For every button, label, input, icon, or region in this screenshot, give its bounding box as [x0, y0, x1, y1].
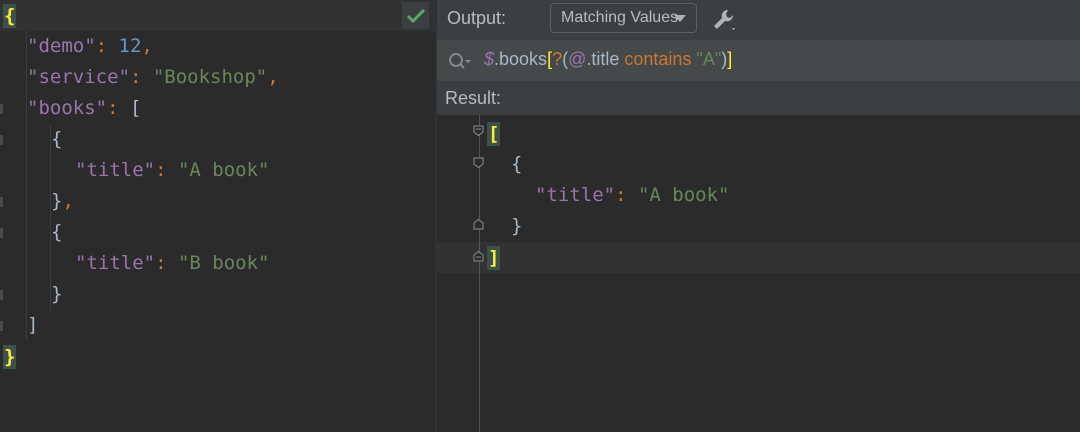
matched-bracket: [	[487, 121, 501, 146]
code-token: {	[511, 153, 523, 175]
code-token: "title"	[75, 159, 156, 181]
code-line: "title": "A book"	[75, 155, 269, 186]
code-token: :	[155, 159, 178, 181]
jsonpath-query-input[interactable]: $.books[?(@.title contains "A")]	[484, 47, 732, 71]
fold-marker[interactable]	[0, 104, 3, 114]
code-token: :	[95, 35, 119, 57]
code-token: ,	[141, 35, 153, 57]
code-token: "A book"	[177, 159, 270, 181]
fold-marker[interactable]	[0, 228, 3, 238]
fold-close-icon[interactable]	[473, 219, 484, 230]
code-token: ]	[27, 314, 39, 336]
code-token: 12	[118, 35, 142, 57]
fold-marker[interactable]	[0, 290, 3, 300]
code-line: }	[51, 279, 62, 310]
code-token: "title"	[535, 184, 616, 206]
query-token: @	[568, 49, 587, 69]
code-line: {	[511, 149, 522, 180]
result-label: Result:	[445, 88, 502, 108]
search-icon[interactable]	[447, 50, 473, 72]
query-token: ?	[552, 49, 563, 69]
fold-close-icon[interactable]	[473, 251, 484, 262]
wrench-icon[interactable]	[710, 6, 738, 34]
result-header: Result:	[437, 81, 1080, 115]
code-token: "Bookshop"	[152, 66, 268, 88]
query-token: .books	[494, 49, 548, 69]
fold-marker[interactable]	[0, 135, 3, 145]
code-token: }	[51, 283, 63, 305]
code-line: ]	[487, 242, 501, 273]
indent-guide	[50, 124, 51, 310]
fold-open-icon[interactable]	[473, 125, 484, 136]
output-label: Output:	[447, 8, 507, 28]
fold-open-icon[interactable]	[473, 157, 484, 168]
code-token: }	[51, 190, 63, 212]
code-token: {	[51, 221, 63, 243]
dropdown-arrow-icon	[674, 15, 686, 22]
code-line: "title": "A book"	[535, 180, 729, 211]
query-token: "A"	[696, 49, 722, 69]
code-token: "service"	[27, 66, 130, 88]
code-token: :	[615, 184, 638, 206]
code-line: {	[51, 217, 62, 248]
fold-marker[interactable]	[0, 321, 3, 331]
matched-bracket: ]	[487, 245, 501, 270]
query-token: $	[484, 49, 495, 69]
checkmark-icon[interactable]	[402, 2, 429, 29]
code-token: "books"	[27, 97, 108, 119]
query-token: ]	[727, 49, 733, 69]
code-line: "books": [	[27, 93, 141, 124]
code-token: "demo"	[27, 35, 96, 57]
output-mode-value: Matching Values	[561, 9, 679, 26]
toolbar: Output: Matching Values	[437, 0, 1080, 40]
jsonpath-panel: Output: Matching Values $.books[?(@.titl…	[437, 0, 1080, 432]
code-token: :	[129, 66, 153, 88]
fold-marker[interactable]	[0, 197, 3, 207]
code-line: [	[487, 118, 501, 149]
code-line: "service": "Bookshop",	[27, 62, 279, 93]
caret-line	[0, 0, 435, 31]
query-bar[interactable]: $.books[?(@.title contains "A")]	[437, 40, 1080, 81]
output-mode-select[interactable]: Matching Values	[550, 3, 697, 33]
code-token: "A book"	[637, 184, 730, 206]
result-caret-line	[437, 242, 1080, 273]
indent-guide	[26, 31, 27, 341]
code-line: }	[3, 341, 17, 372]
code-token: [	[129, 97, 142, 119]
matched-bracket: }	[3, 344, 17, 369]
code-token: {	[51, 128, 63, 150]
result-view[interactable]: [ { "title": "A book"}]	[437, 115, 1080, 432]
query-token: contains	[624, 49, 697, 69]
code-token: :	[155, 252, 178, 274]
matched-bracket: {	[3, 3, 17, 28]
code-line: "demo": 12,	[27, 31, 153, 62]
json-editor[interactable]: {"demo": 12, "service": "Bookshop", "books…	[0, 0, 435, 432]
code-line: {	[51, 124, 62, 155]
code-token: "B book"	[177, 252, 270, 274]
code-line: {	[3, 0, 17, 31]
query-token: .title	[586, 49, 625, 69]
code-line: "title": "B book"	[75, 248, 269, 279]
code-token: }	[511, 215, 523, 237]
code-line: ]	[27, 310, 38, 341]
code-token: ,	[62, 190, 74, 212]
code-token: ,	[267, 66, 279, 88]
code-token: :	[107, 97, 130, 119]
code-line: }	[511, 211, 522, 242]
code-line: },	[51, 186, 74, 217]
code-token: "title"	[75, 252, 156, 274]
